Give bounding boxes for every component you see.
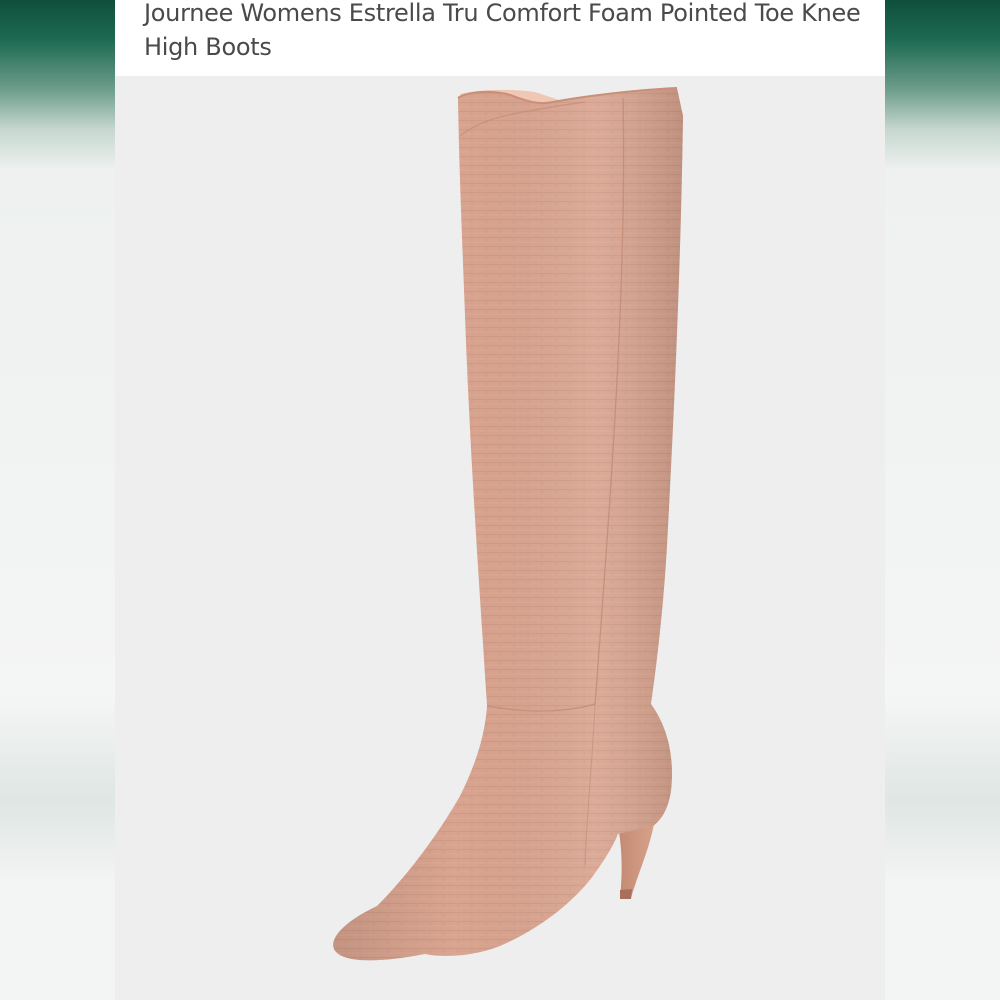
screen: Journee Womens Estrella Tru Comfort Foam… — [0, 0, 1000, 1000]
blurred-background-left — [0, 0, 115, 1000]
title-bar: Journee Womens Estrella Tru Comfort Foam… — [115, 0, 885, 76]
boot-image — [333, 87, 683, 961]
blurred-background-right — [885, 0, 1000, 1000]
listing-card: Journee Womens Estrella Tru Comfort Foam… — [115, 0, 885, 1000]
listing-title: Journee Womens Estrella Tru Comfort Foam… — [144, 0, 861, 61]
product-photo[interactable] — [115, 76, 885, 1000]
